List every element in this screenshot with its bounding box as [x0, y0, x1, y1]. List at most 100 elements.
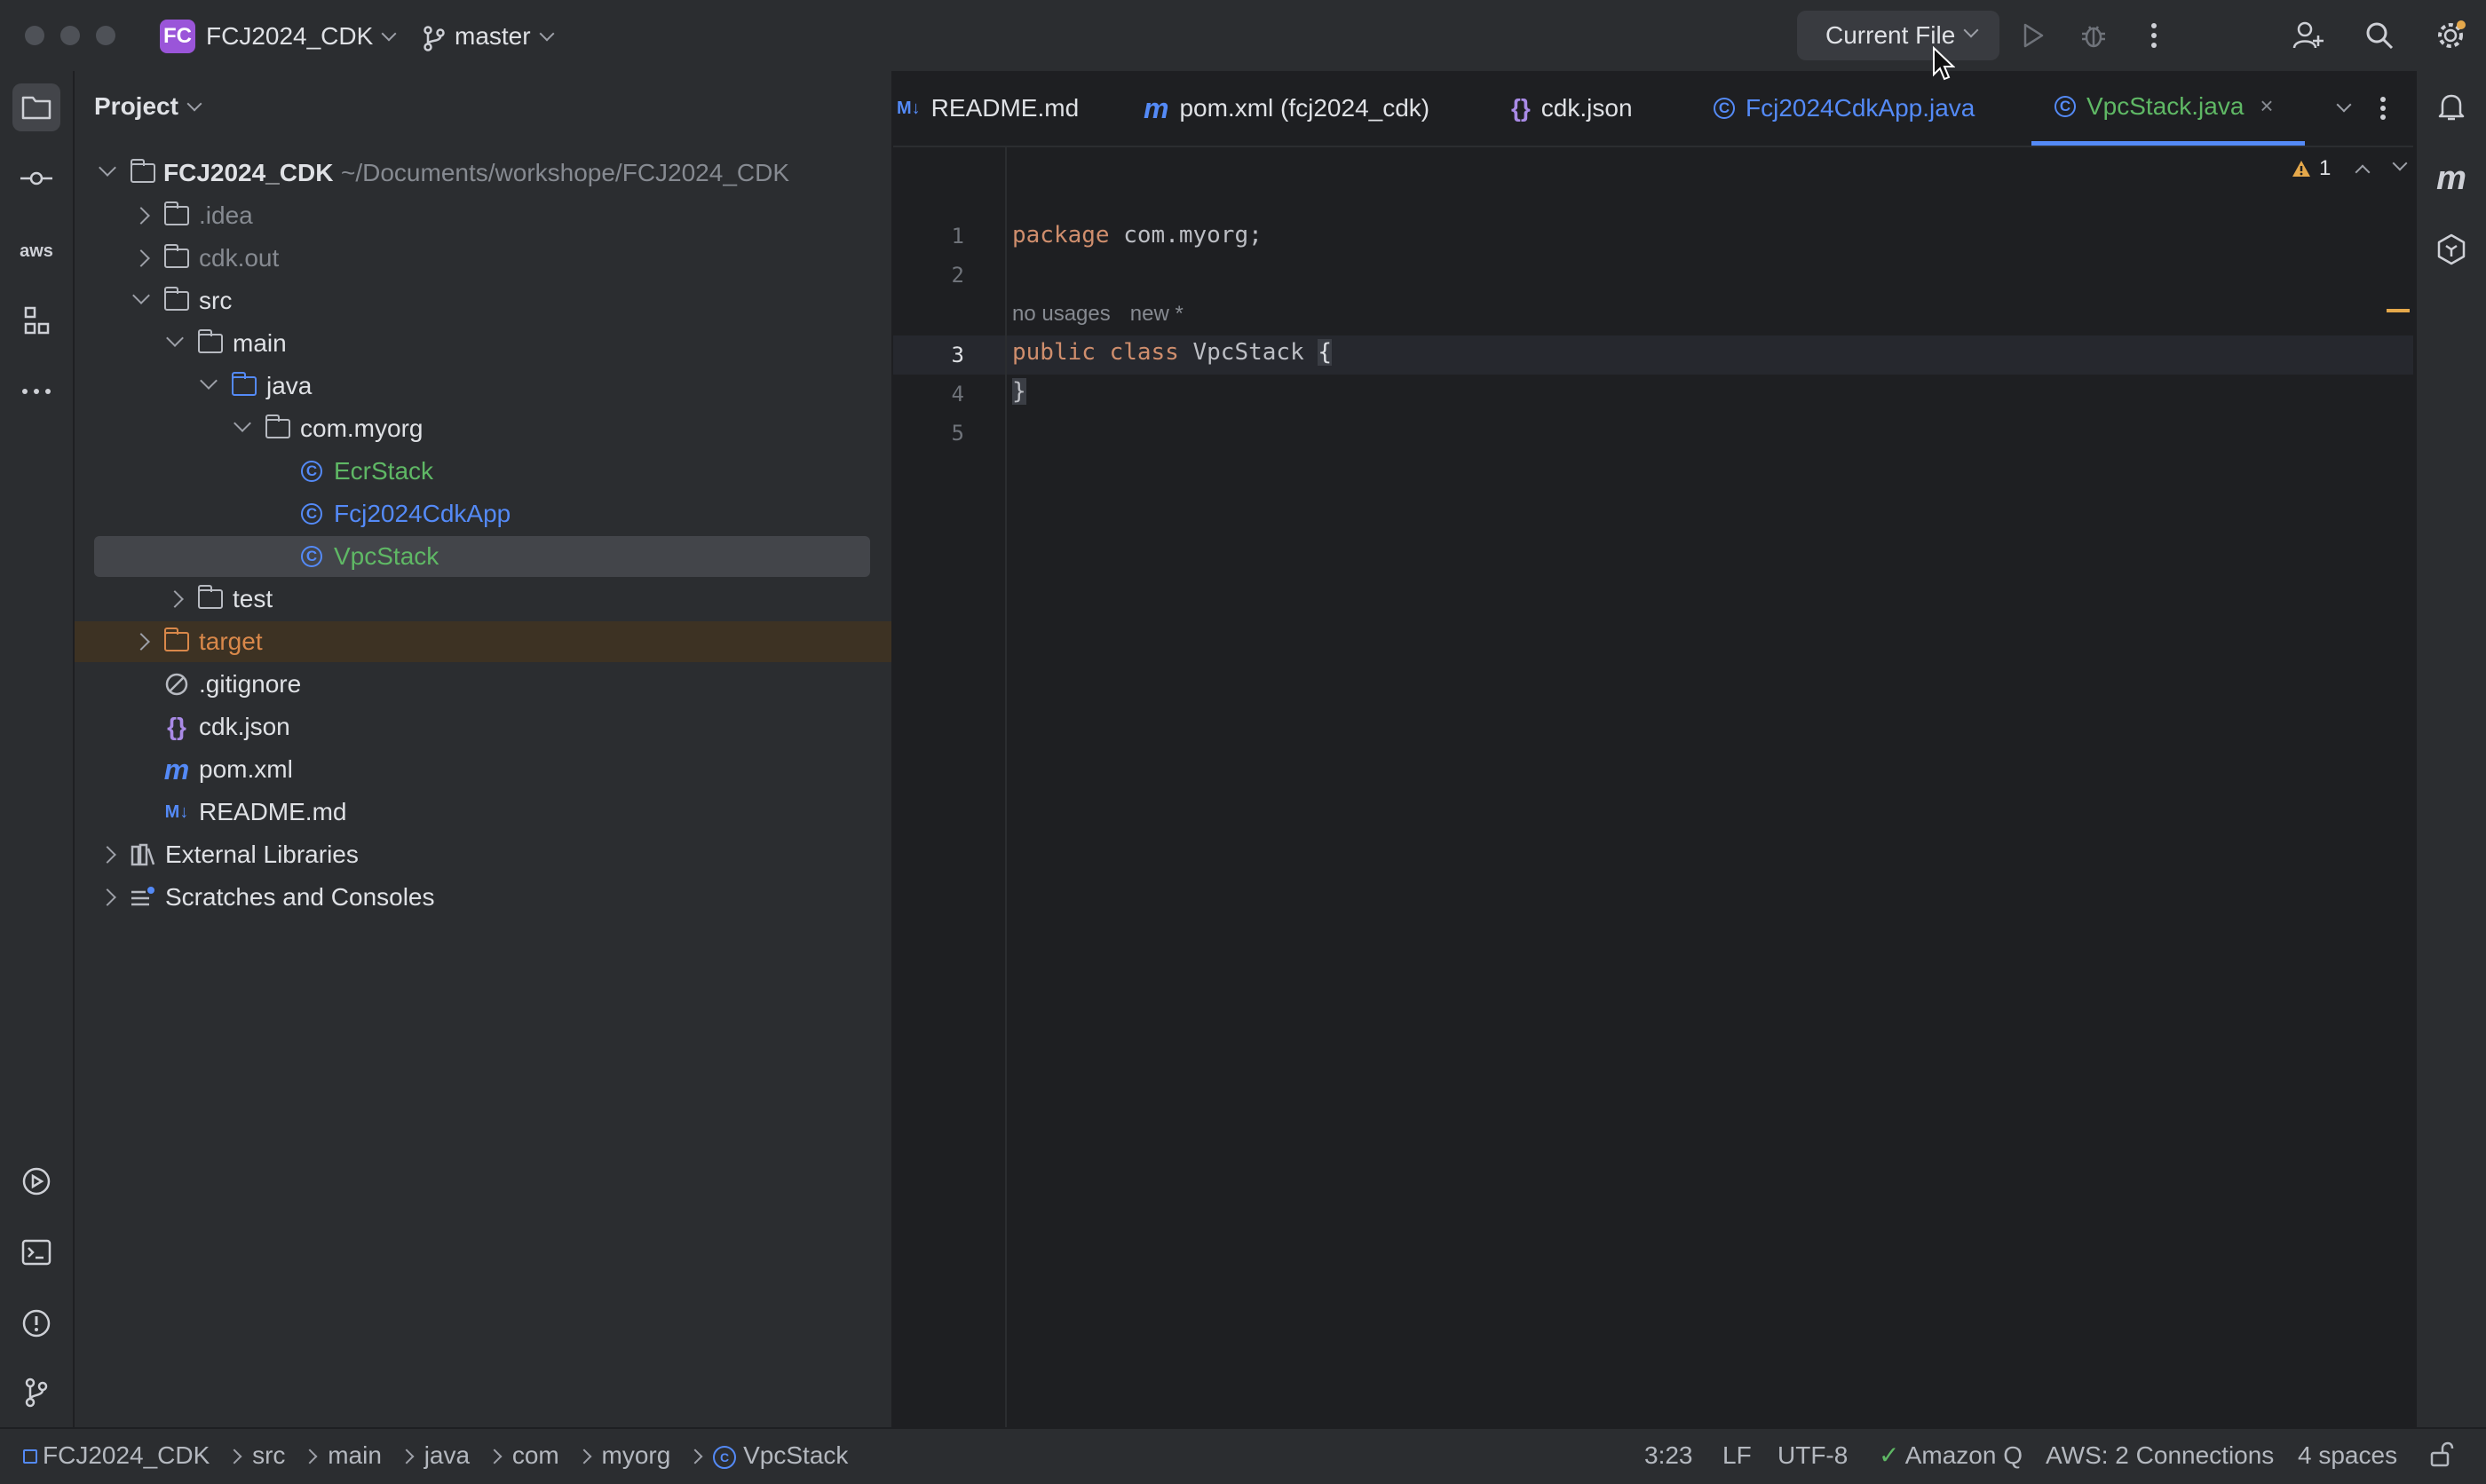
tree-item-cdk-json[interactable]: {} cdk.json — [75, 706, 891, 747]
breadcrumb-item[interactable]: com — [512, 1441, 559, 1469]
tab-vpcstack-active[interactable]: C VpcStack.java × — [2031, 71, 2305, 146]
tree-item-target[interactable]: target — [75, 621, 891, 662]
structure-tool-button[interactable] — [12, 296, 60, 344]
aws-connections[interactable]: AWS: 2 Connections — [2046, 1440, 2274, 1472]
editor-area: M↓ README.md m pom.xml (fcj2024_cdk) {} … — [893, 71, 2413, 1427]
title-bar: FC FCJ2024_CDK master Current File — [0, 0, 2486, 73]
breadcrumb-item[interactable]: VpcStack — [743, 1441, 848, 1469]
error-stripe-marker[interactable] — [2387, 309, 2410, 312]
chevron-down-icon — [186, 96, 202, 112]
code-line-1[interactable]: package com.myorg; — [1012, 222, 1263, 249]
tab-readme[interactable]: M↓ README.md — [897, 71, 1079, 146]
code-with-me-button[interactable] — [2289, 16, 2328, 55]
tree-item-pom-xml[interactable]: m pom.xml — [75, 749, 891, 790]
tab-more-button[interactable] — [2379, 71, 2387, 146]
chevron-right-icon — [99, 846, 116, 864]
amazon-q-tool-button[interactable] — [2427, 225, 2475, 273]
project-view-selector[interactable]: Project — [94, 92, 202, 121]
tree-item-external-libraries[interactable]: External Libraries — [75, 834, 891, 875]
tree-item-scratches[interactable]: Scratches and Consoles — [75, 877, 891, 918]
tree-item-test[interactable]: test — [75, 579, 891, 620]
code-line-3[interactable]: public class VpcStack { — [1012, 339, 1333, 366]
read-only-toggle[interactable] — [2429, 1441, 2454, 1476]
line-number: 2 — [951, 263, 964, 288]
more-actions-button[interactable] — [2134, 16, 2173, 55]
tree-item-main[interactable]: main — [75, 323, 891, 364]
tree-item-root[interactable]: FCJ2024_CDK ~/Documents/workshope/FCJ202… — [75, 153, 891, 193]
tree-item-cdk-out[interactable]: cdk.out — [75, 238, 891, 279]
tree-item-package[interactable]: com.myorg — [75, 408, 891, 449]
tree-item-idea[interactable]: .idea — [75, 195, 891, 236]
terminal-tool-button[interactable] — [12, 1228, 60, 1276]
status-bar: FCJ2024_CDK src main java com myorg C Vpc… — [0, 1427, 2486, 1484]
close-icon[interactable]: × — [2260, 92, 2273, 120]
window-close-button[interactable] — [25, 26, 44, 45]
library-icon — [130, 841, 156, 868]
chevron-down-icon[interactable] — [2392, 155, 2408, 171]
author-hint[interactable]: new * — [1130, 302, 1184, 326]
commit-tool-button[interactable] — [12, 154, 60, 202]
tree-item-label: main — [233, 329, 287, 357]
code-vision-hint[interactable]: no usages new * — [1012, 302, 1184, 327]
chevron-down-icon — [166, 329, 184, 347]
breadcrumb-item[interactable]: main — [328, 1441, 382, 1469]
tree-item-vpcstack[interactable]: C VpcStack — [94, 536, 870, 577]
run-configuration-selector[interactable]: Current File — [1797, 11, 1999, 60]
aws-toolkit-button[interactable]: aws — [12, 227, 60, 275]
project-badge[interactable]: FC — [160, 20, 195, 53]
amazon-q-label: Amazon Q — [1904, 1441, 2023, 1469]
tree-item-gitignore[interactable]: .gitignore — [75, 664, 891, 705]
file-encoding[interactable]: UTF-8 — [1777, 1440, 1848, 1472]
code-line-4[interactable]: } — [1012, 378, 1026, 405]
class-icon: C — [298, 501, 325, 527]
line-separator[interactable]: LF — [1722, 1440, 1752, 1472]
git-branch-icon — [424, 25, 445, 51]
run-button[interactable] — [2014, 16, 2053, 55]
maven-icon: m — [2436, 159, 2466, 197]
inspection-widget[interactable]: 1 — [2291, 155, 2408, 181]
git-tool-button[interactable] — [12, 1369, 60, 1417]
usages-hint[interactable]: no usages — [1012, 302, 1111, 326]
chevron-down-icon — [2336, 97, 2352, 113]
debug-button[interactable] — [2074, 16, 2113, 55]
services-tool-button[interactable] — [12, 1157, 60, 1205]
project-selector[interactable]: FCJ2024_CDK — [206, 20, 397, 53]
caret-position[interactable]: 3:23 — [1644, 1440, 1693, 1472]
tab-cdk-json[interactable]: {} cdk.json — [1511, 71, 1633, 146]
chevron-right-icon — [399, 1448, 415, 1464]
tab-list-button[interactable] — [2328, 71, 2352, 146]
chevron-up-icon[interactable] — [2355, 164, 2371, 180]
breadcrumb-item[interactable]: src — [252, 1441, 285, 1469]
notifications-button[interactable] — [2427, 83, 2475, 131]
tree-item-src[interactable]: src — [75, 280, 891, 321]
editor-gutter: 1 2 3 4 5 — [893, 146, 1007, 1427]
problems-tool-button[interactable] — [12, 1299, 60, 1347]
breadcrumb-item[interactable]: java — [424, 1441, 470, 1469]
more-horizontal-icon — [22, 389, 51, 394]
breadcrumb-item[interactable]: FCJ2024_CDK — [43, 1441, 210, 1469]
maven-file-icon: m — [163, 753, 190, 785]
branch-selector[interactable]: master — [423, 20, 555, 53]
amazon-q-status[interactable]: ✓ Amazon Q — [1879, 1440, 2023, 1472]
window-minimize-button[interactable] — [60, 26, 80, 45]
search-everywhere-button[interactable] — [2360, 16, 2399, 55]
project-tool-button[interactable] — [12, 83, 60, 131]
indent-setting[interactable]: 4 spaces — [2298, 1440, 2397, 1472]
tree-item-java[interactable]: java — [75, 366, 891, 407]
terminal-icon — [21, 1239, 51, 1266]
commit-icon — [20, 171, 52, 186]
tree-item-fcj2024cdkapp[interactable]: C Fcj2024CdkApp — [75, 493, 891, 534]
chevron-right-icon — [99, 888, 116, 906]
maven-tool-button[interactable]: m — [2427, 154, 2475, 202]
project-tool-window: Project FCJ2024_CDK ~/Documents/workshop… — [75, 71, 891, 1427]
more-tool-windows-button[interactable] — [12, 367, 60, 415]
tree-item-ecrstack[interactable]: C EcrStack — [75, 451, 891, 492]
tab-label: README.md — [930, 94, 1080, 122]
window-zoom-button[interactable] — [96, 26, 115, 45]
tree-item-readme[interactable]: M↓ README.md — [75, 792, 891, 833]
breadcrumb-item[interactable]: myorg — [602, 1441, 671, 1469]
tab-pom-xml[interactable]: m pom.xml (fcj2024_cdk) — [1144, 71, 1429, 146]
tree-item-label: cdk.json — [199, 713, 290, 740]
settings-button[interactable] — [2431, 16, 2470, 55]
line-number: 4 — [951, 382, 964, 407]
